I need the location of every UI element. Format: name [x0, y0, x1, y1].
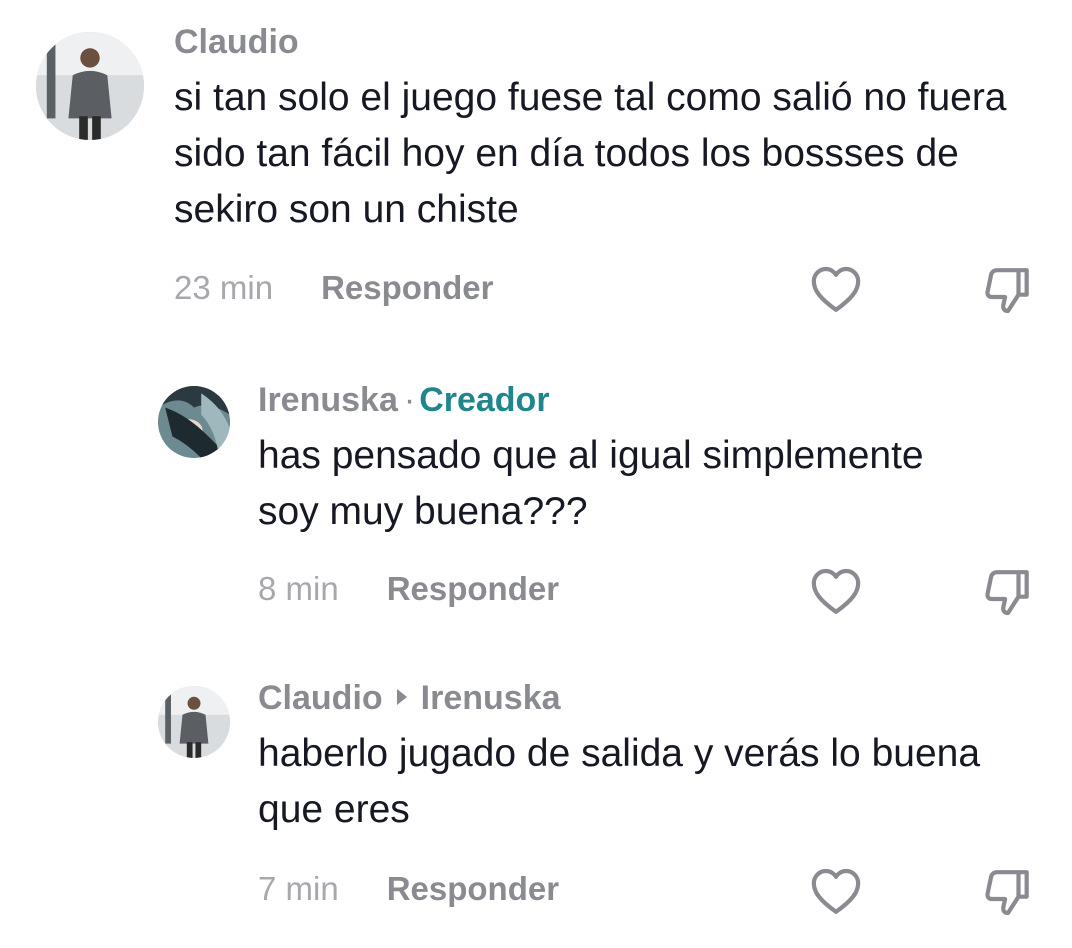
- heart-icon[interactable]: [808, 864, 864, 920]
- heart-icon[interactable]: [808, 564, 864, 620]
- comment-time: 7 min: [258, 870, 339, 907]
- comment-meta: 7 min Responder: [258, 869, 559, 909]
- reply-button[interactable]: Responder: [387, 570, 559, 607]
- reply-button[interactable]: Responder: [387, 870, 559, 907]
- comment-author[interactable]: Claudio Irenuska: [258, 678, 1038, 718]
- comment-time: 8 min: [258, 570, 339, 607]
- avatar[interactable]: [158, 686, 230, 758]
- user-photo-icon: [158, 386, 230, 458]
- play-arrow-icon: [396, 689, 407, 705]
- comment-text: haberlo jugado de salida y verás lo buen…: [258, 732, 981, 831]
- separator: ·: [403, 381, 416, 419]
- author-name[interactable]: Claudio: [258, 679, 383, 717]
- comment-author[interactable]: Irenuska · Creador: [258, 380, 1038, 420]
- creator-badge: Creador: [419, 381, 550, 419]
- comment-time: 23 min: [174, 269, 274, 306]
- user-photo-icon: [36, 32, 144, 140]
- comment-reply: Irenuska · Creador has pensado que al igua…: [0, 340, 1072, 640]
- comment-meta: 23 min Responder: [174, 268, 493, 308]
- comment-author[interactable]: Claudio: [174, 22, 1034, 62]
- comment-meta: 8 min Responder: [258, 569, 559, 609]
- reply-to-name[interactable]: Irenuska: [421, 679, 561, 717]
- author-name[interactable]: Irenuska: [258, 381, 398, 419]
- user-photo-icon: [158, 686, 230, 758]
- avatar[interactable]: [158, 386, 230, 458]
- avatar[interactable]: [36, 32, 144, 140]
- comment-text: si tan solo el juego fuese tal como sali…: [174, 76, 1007, 231]
- comment-reply: Claudio Irenuska haberlo jugado de salida…: [0, 640, 1072, 948]
- thumbs-down-icon[interactable]: [980, 564, 1036, 620]
- comment-text: has pensado que al igual simplemente soy…: [258, 434, 924, 533]
- author-name[interactable]: Claudio: [174, 23, 299, 61]
- comment: Claudio si tan solo el juego fuese tal c…: [0, 0, 1072, 340]
- thumbs-down-icon[interactable]: [980, 262, 1036, 318]
- reply-button[interactable]: Responder: [321, 269, 493, 306]
- thumbs-down-icon[interactable]: [980, 864, 1036, 920]
- heart-icon[interactable]: [808, 262, 864, 318]
